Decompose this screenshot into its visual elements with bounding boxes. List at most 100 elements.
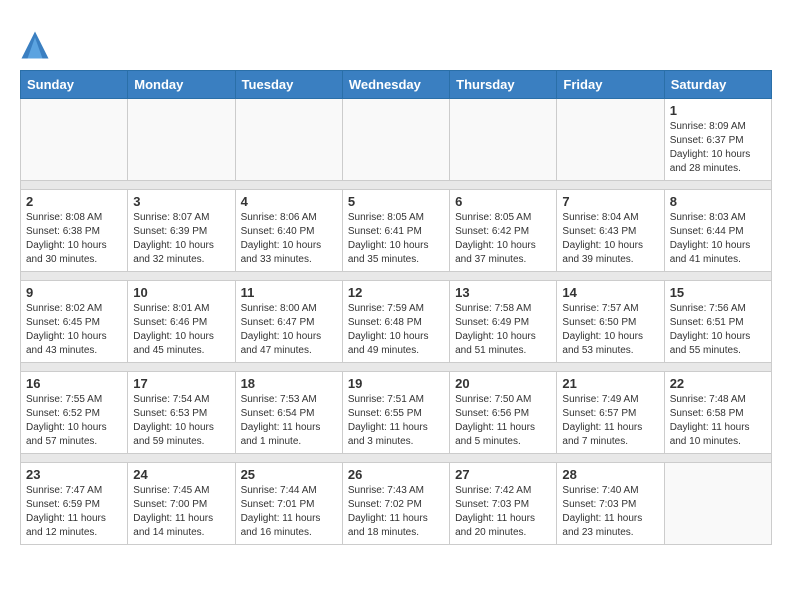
- week-row-3: 9 Sunrise: 8:02 AM Sunset: 6:45 PM Daylig…: [21, 281, 772, 363]
- week-row-5: 23 Sunrise: 7:47 AM Sunset: 6:59 PM Dayli…: [21, 463, 772, 545]
- day-cell: 28 Sunrise: 7:40 AM Sunset: 7:03 PM Dayli…: [557, 463, 664, 545]
- day-number: 8: [670, 194, 766, 209]
- week-row-1: 1Sunrise: 8:09 AM Sunset: 6:37 PM Daylig…: [21, 99, 772, 181]
- day-cell: [21, 99, 128, 181]
- calendar-body: 1Sunrise: 8:09 AM Sunset: 6:37 PM Daylig…: [21, 99, 772, 545]
- day-info: Sunrise: 7:40 AM Sunset: 7:03 PM Dayligh…: [562, 484, 658, 540]
- day-info: Sunrise: 7:43 AM Sunset: 7:02 PM Dayligh…: [348, 484, 444, 540]
- week-separator: [21, 454, 772, 463]
- day-header-tuesday: Tuesday: [235, 71, 342, 99]
- day-cell: 23 Sunrise: 7:47 AM Sunset: 6:59 PM Dayli…: [21, 463, 128, 545]
- day-info: Sunrise: 8:04 AM Sunset: 6:43 PM Dayligh…: [562, 211, 658, 267]
- day-info: Sunrise: 7:58 AM Sunset: 6:49 PM Dayligh…: [455, 302, 551, 358]
- logo: [20, 30, 54, 60]
- day-cell: 6 Sunrise: 8:05 AM Sunset: 6:42 PM Daylig…: [450, 190, 557, 272]
- day-cell: 13 Sunrise: 7:58 AM Sunset: 6:49 PM Dayli…: [450, 281, 557, 363]
- day-info: Sunrise: 7:42 AM Sunset: 7:03 PM Dayligh…: [455, 484, 551, 540]
- header: [20, 20, 772, 60]
- day-number: 18: [241, 376, 337, 391]
- day-cell: 8 Sunrise: 8:03 AM Sunset: 6:44 PM Daylig…: [664, 190, 771, 272]
- day-number: 11: [241, 285, 337, 300]
- day-number: 21: [562, 376, 658, 391]
- day-cell: 25 Sunrise: 7:44 AM Sunset: 7:01 PM Dayli…: [235, 463, 342, 545]
- day-header-monday: Monday: [128, 71, 235, 99]
- day-info: Sunrise: 7:47 AM Sunset: 6:59 PM Dayligh…: [26, 484, 122, 540]
- day-number: 17: [133, 376, 229, 391]
- day-cell: 15 Sunrise: 7:56 AM Sunset: 6:51 PM Dayli…: [664, 281, 771, 363]
- day-cell: [450, 99, 557, 181]
- day-info: Sunrise: 8:00 AM Sunset: 6:47 PM Dayligh…: [241, 302, 337, 358]
- day-info: Sunrise: 8:05 AM Sunset: 6:41 PM Dayligh…: [348, 211, 444, 267]
- day-number: 27: [455, 467, 551, 482]
- day-cell: 22 Sunrise: 7:48 AM Sunset: 6:58 PM Dayli…: [664, 372, 771, 454]
- day-cell: 3Sunrise: 8:07 AM Sunset: 6:39 PM Daylig…: [128, 190, 235, 272]
- day-number: 16: [26, 376, 122, 391]
- day-number: 9: [26, 285, 122, 300]
- day-info: Sunrise: 8:03 AM Sunset: 6:44 PM Dayligh…: [670, 211, 766, 267]
- day-cell: [342, 99, 449, 181]
- day-header-thursday: Thursday: [450, 71, 557, 99]
- logo-icon: [20, 30, 50, 60]
- day-number: 13: [455, 285, 551, 300]
- day-info: Sunrise: 7:53 AM Sunset: 6:54 PM Dayligh…: [241, 393, 337, 449]
- day-cell: 1Sunrise: 8:09 AM Sunset: 6:37 PM Daylig…: [664, 99, 771, 181]
- day-number: 24: [133, 467, 229, 482]
- calendar-header: SundayMondayTuesdayWednesdayThursdayFrid…: [21, 71, 772, 99]
- day-number: 15: [670, 285, 766, 300]
- day-number: 3: [133, 194, 229, 209]
- day-cell: 2 Sunrise: 8:08 AM Sunset: 6:38 PM Daylig…: [21, 190, 128, 272]
- day-header-row: SundayMondayTuesdayWednesdayThursdayFrid…: [21, 71, 772, 99]
- day-cell: 27 Sunrise: 7:42 AM Sunset: 7:03 PM Dayli…: [450, 463, 557, 545]
- day-cell: 10Sunrise: 8:01 AM Sunset: 6:46 PM Dayli…: [128, 281, 235, 363]
- day-number: 14: [562, 285, 658, 300]
- day-number: 23: [26, 467, 122, 482]
- day-number: 19: [348, 376, 444, 391]
- day-number: 26: [348, 467, 444, 482]
- day-header-friday: Friday: [557, 71, 664, 99]
- day-cell: 17 Sunrise: 7:54 AM Sunset: 6:53 PM Dayli…: [128, 372, 235, 454]
- day-cell: 14 Sunrise: 7:57 AM Sunset: 6:50 PM Dayli…: [557, 281, 664, 363]
- calendar: SundayMondayTuesdayWednesdayThursdayFrid…: [20, 70, 772, 545]
- day-info: Sunrise: 7:57 AM Sunset: 6:50 PM Dayligh…: [562, 302, 658, 358]
- day-cell: 18 Sunrise: 7:53 AM Sunset: 6:54 PM Dayli…: [235, 372, 342, 454]
- week-separator: [21, 181, 772, 190]
- day-number: 1: [670, 103, 766, 118]
- day-cell: 12 Sunrise: 7:59 AM Sunset: 6:48 PM Dayli…: [342, 281, 449, 363]
- day-header-sunday: Sunday: [21, 71, 128, 99]
- day-number: 4: [241, 194, 337, 209]
- day-info: Sunrise: 7:54 AM Sunset: 6:53 PM Dayligh…: [133, 393, 229, 449]
- day-info: Sunrise: 8:06 AM Sunset: 6:40 PM Dayligh…: [241, 211, 337, 267]
- day-number: 25: [241, 467, 337, 482]
- day-header-wednesday: Wednesday: [342, 71, 449, 99]
- day-number: 5: [348, 194, 444, 209]
- day-number: 12: [348, 285, 444, 300]
- day-cell: 16 Sunrise: 7:55 AM Sunset: 6:52 PM Dayli…: [21, 372, 128, 454]
- day-number: 2: [26, 194, 122, 209]
- day-info: Sunrise: 7:44 AM Sunset: 7:01 PM Dayligh…: [241, 484, 337, 540]
- day-cell: 26 Sunrise: 7:43 AM Sunset: 7:02 PM Dayli…: [342, 463, 449, 545]
- day-cell: 7Sunrise: 8:04 AM Sunset: 6:43 PM Daylig…: [557, 190, 664, 272]
- day-cell: [128, 99, 235, 181]
- day-info: Sunrise: 8:01 AM Sunset: 6:46 PM Dayligh…: [133, 302, 229, 358]
- day-cell: 4 Sunrise: 8:06 AM Sunset: 6:40 PM Daylig…: [235, 190, 342, 272]
- day-info: Sunrise: 7:59 AM Sunset: 6:48 PM Dayligh…: [348, 302, 444, 358]
- day-number: 22: [670, 376, 766, 391]
- day-header-saturday: Saturday: [664, 71, 771, 99]
- day-number: 6: [455, 194, 551, 209]
- day-number: 28: [562, 467, 658, 482]
- week-row-2: 2 Sunrise: 8:08 AM Sunset: 6:38 PM Daylig…: [21, 190, 772, 272]
- day-cell: 24Sunrise: 7:45 AM Sunset: 7:00 PM Dayli…: [128, 463, 235, 545]
- day-cell: 19Sunrise: 7:51 AM Sunset: 6:55 PM Dayli…: [342, 372, 449, 454]
- week-row-4: 16 Sunrise: 7:55 AM Sunset: 6:52 PM Dayli…: [21, 372, 772, 454]
- week-separator: [21, 272, 772, 281]
- day-cell: [235, 99, 342, 181]
- day-info: Sunrise: 8:05 AM Sunset: 6:42 PM Dayligh…: [455, 211, 551, 267]
- day-info: Sunrise: 8:08 AM Sunset: 6:38 PM Dayligh…: [26, 211, 122, 267]
- week-separator: [21, 363, 772, 372]
- day-info: Sunrise: 7:49 AM Sunset: 6:57 PM Dayligh…: [562, 393, 658, 449]
- day-info: Sunrise: 7:55 AM Sunset: 6:52 PM Dayligh…: [26, 393, 122, 449]
- day-cell: 11 Sunrise: 8:00 AM Sunset: 6:47 PM Dayli…: [235, 281, 342, 363]
- day-info: Sunrise: 7:48 AM Sunset: 6:58 PM Dayligh…: [670, 393, 766, 449]
- day-info: Sunrise: 7:56 AM Sunset: 6:51 PM Dayligh…: [670, 302, 766, 358]
- day-info: Sunrise: 8:02 AM Sunset: 6:45 PM Dayligh…: [26, 302, 122, 358]
